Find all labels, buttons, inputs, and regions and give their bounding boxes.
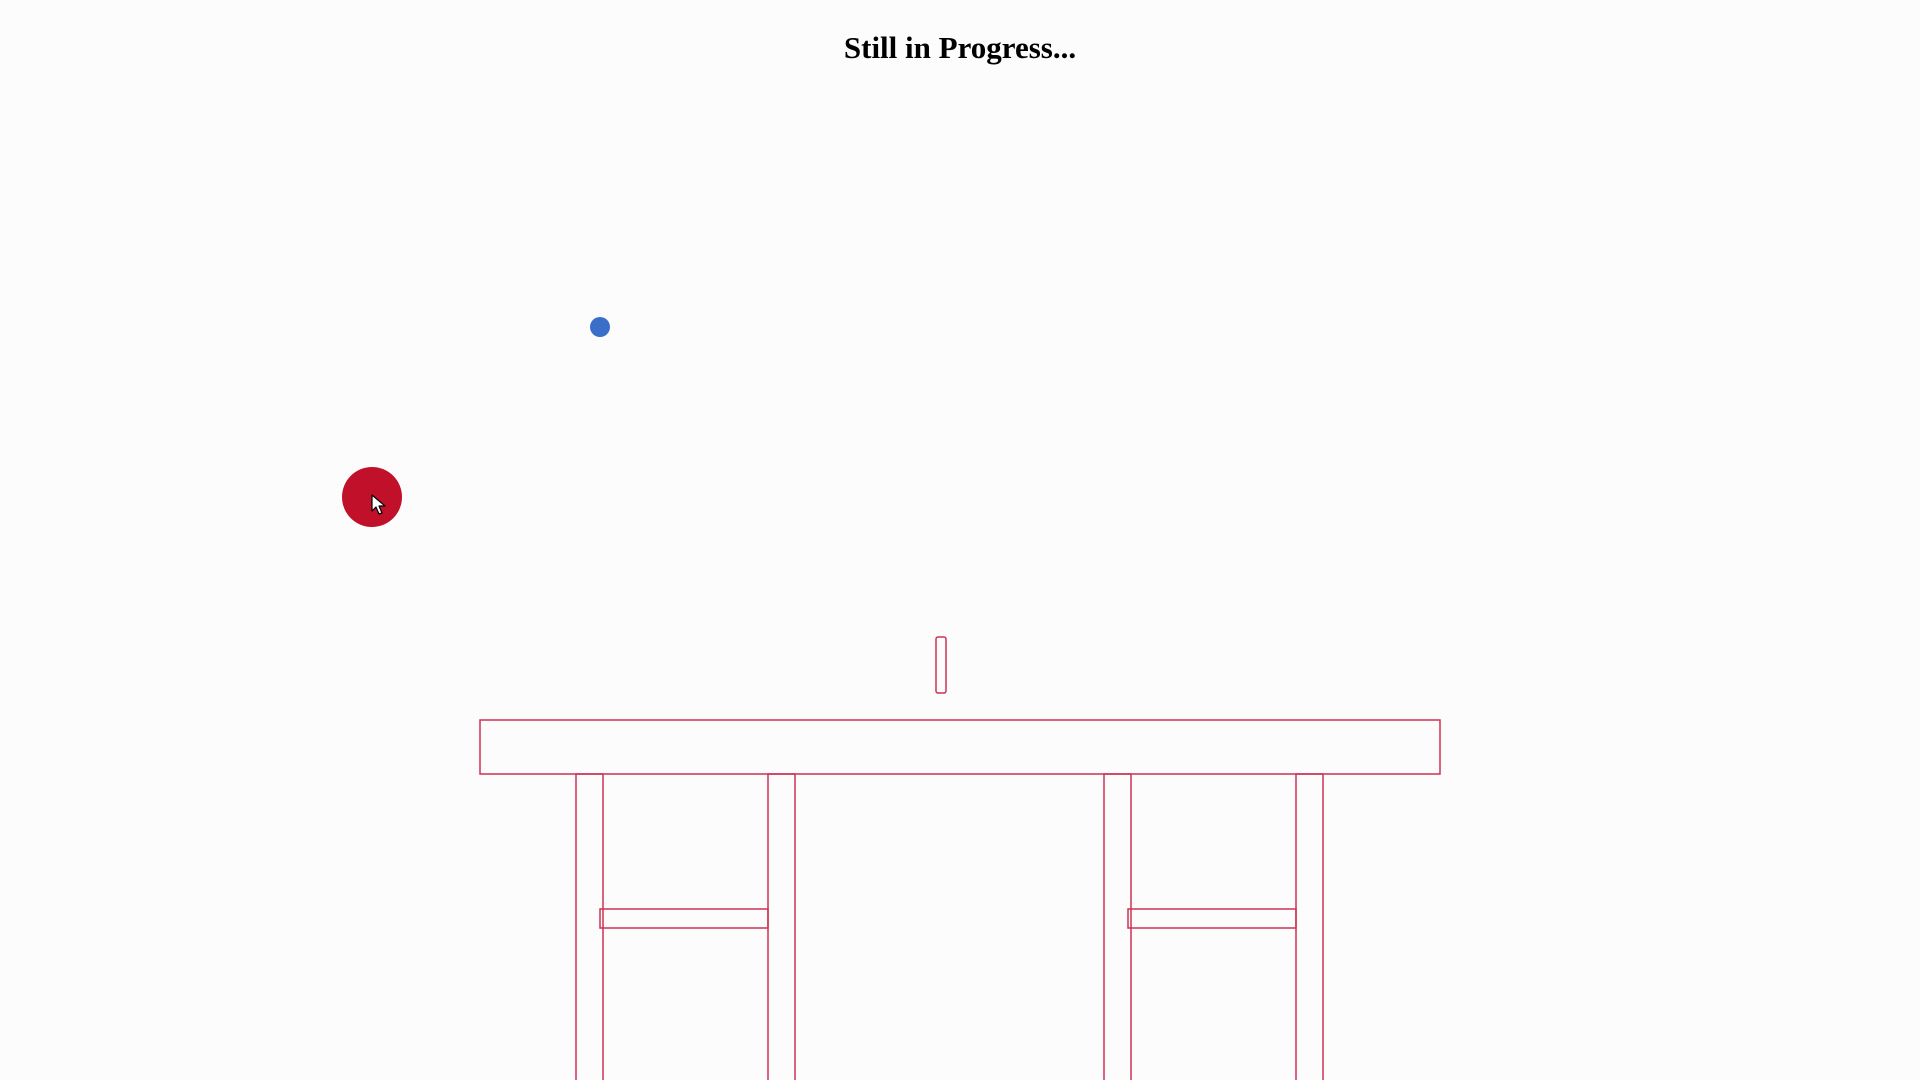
ball (590, 317, 610, 337)
game-stage[interactable]: Still in Progress... (0, 0, 1920, 1080)
arrow-cursor-icon (371, 494, 386, 515)
table-leg-2 (767, 773, 796, 1080)
table-crossbar-left (599, 908, 769, 929)
table-leg-1 (575, 773, 604, 1080)
net-post (935, 636, 947, 694)
table-leg-4 (1295, 773, 1324, 1080)
table-top (479, 719, 1441, 775)
table-leg-3 (1103, 773, 1132, 1080)
table-crossbar-right (1127, 908, 1297, 929)
game-canvas[interactable] (0, 0, 1920, 1080)
